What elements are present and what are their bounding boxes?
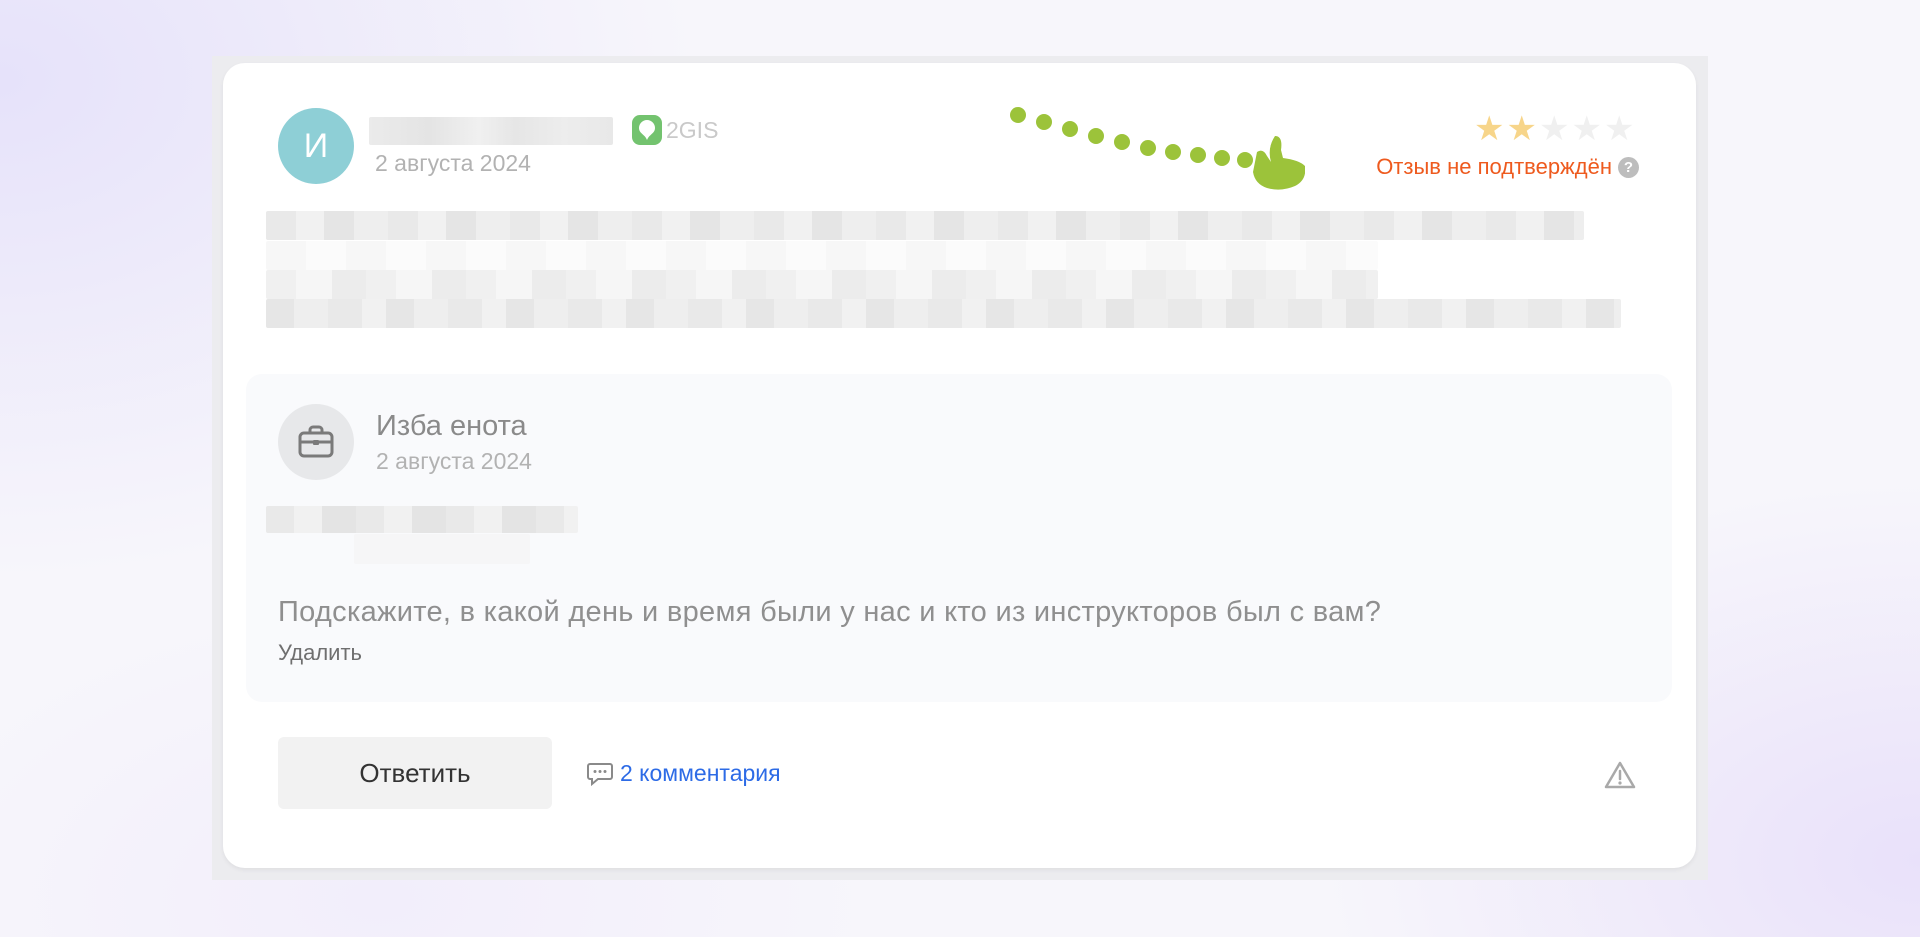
- reviewer-name-redacted: [369, 117, 613, 145]
- star-filled-icon: ★: [1506, 110, 1537, 148]
- status-text: Отзыв не подтверждён: [1376, 154, 1612, 179]
- review-text-redacted: [266, 270, 1378, 299]
- review-source: 2GIS: [632, 115, 718, 145]
- reply-text-redacted: [266, 506, 578, 533]
- 2gis-logo-icon: [632, 115, 662, 145]
- star-empty-icon: ★: [1571, 110, 1602, 148]
- source-label: 2GIS: [666, 116, 719, 143]
- comment-icon: [587, 762, 613, 786]
- rating-stars: ★ ★ ★ ★ ★: [1474, 112, 1634, 146]
- warning-icon: [1604, 761, 1636, 789]
- reply-button[interactable]: Ответить: [278, 737, 552, 809]
- report-button[interactable]: [1604, 760, 1636, 795]
- avatar-initial: И: [303, 126, 329, 165]
- organization-avatar: [278, 404, 354, 480]
- reply-text-redacted: [354, 534, 530, 564]
- star-filled-icon: ★: [1474, 110, 1505, 148]
- reply-question: Подскажите, в какой день и время были у …: [278, 596, 1382, 628]
- delete-reply-link[interactable]: Удалить: [278, 640, 362, 666]
- star-empty-icon: ★: [1538, 110, 1570, 148]
- review-text-redacted: [266, 241, 1378, 270]
- organization-name: Изба енота: [376, 410, 527, 442]
- arrow-pointer-icon: [1010, 107, 1305, 190]
- comments-count-label: 2 комментария: [620, 760, 781, 786]
- reviewer-avatar: И: [278, 108, 354, 184]
- comments-link[interactable]: 2 комментария: [586, 760, 781, 787]
- help-icon[interactable]: ?: [1618, 156, 1639, 178]
- star-empty-icon: ★: [1603, 110, 1635, 148]
- reply-date: 2 августа 2024: [376, 448, 532, 474]
- review-text-redacted: [266, 299, 1621, 328]
- verification-status: Отзыв не подтверждён ?: [1376, 154, 1639, 180]
- briefcase-icon: [298, 425, 334, 458]
- review-text-redacted: [266, 211, 1584, 240]
- review-date: 2 августа 2024: [375, 150, 531, 176]
